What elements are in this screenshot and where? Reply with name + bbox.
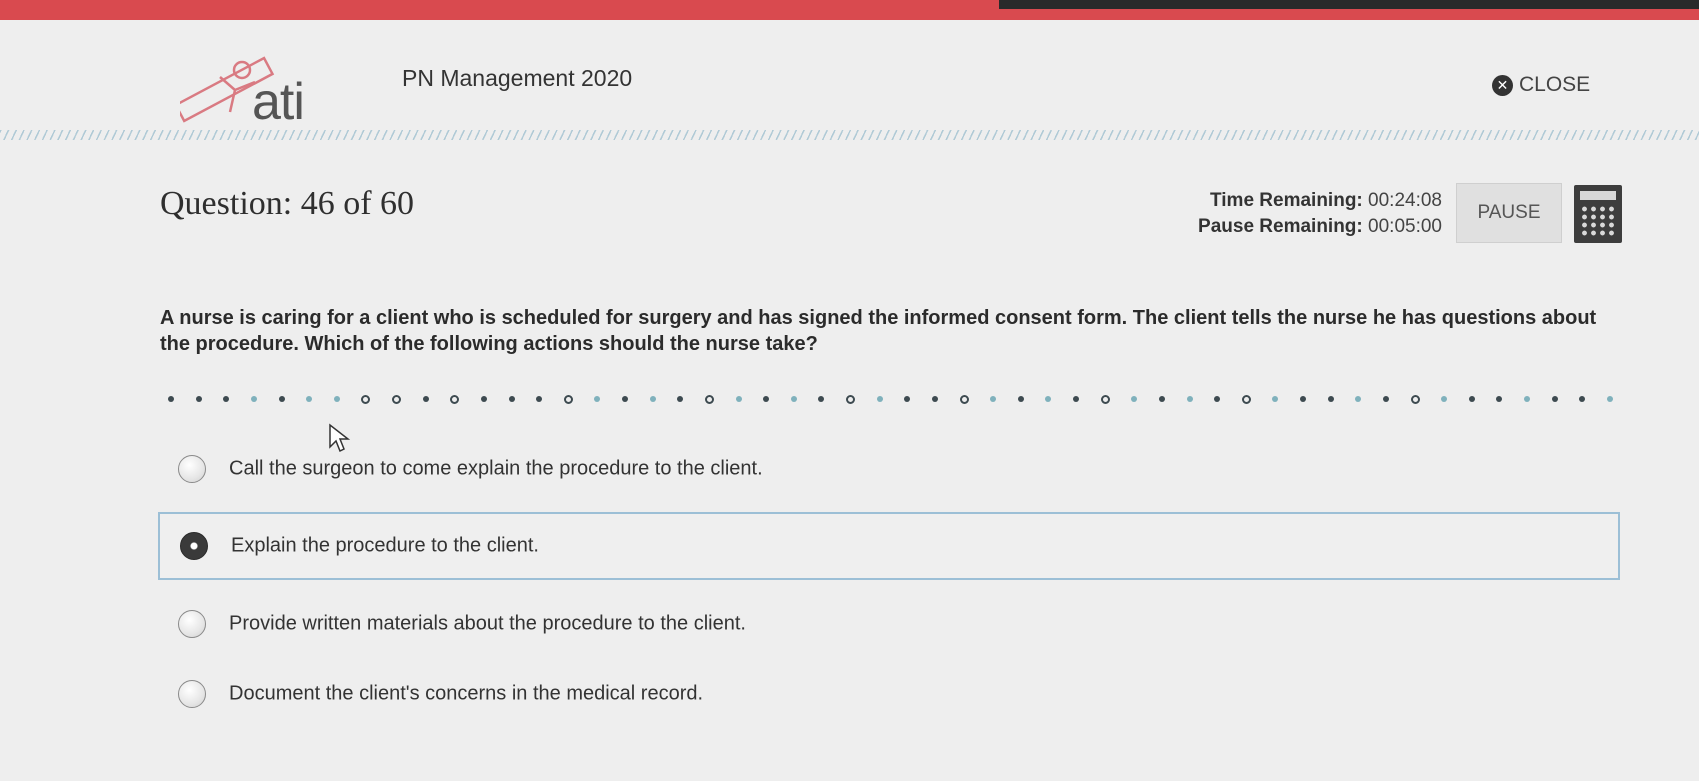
header: ati PN Management 2020 ✕ CLOSE — [0, 20, 1699, 142]
radio-button[interactable] — [178, 455, 206, 483]
answer-option-1[interactable]: Call the surgeon to come explain the pro… — [158, 435, 1620, 503]
divider-dot — [735, 396, 742, 402]
pause-remaining-label: Pause Remaining: — [1198, 216, 1363, 237]
divider-dot — [1382, 396, 1389, 402]
divider-dot — [790, 396, 797, 402]
pause-remaining: Pause Remaining: 00:05:00 — [1180, 214, 1442, 240]
divider-dot — [1327, 396, 1334, 402]
timers: Time Remaining: 00:24:08 Pause Remaining… — [1180, 188, 1442, 240]
radio-button-selected[interactable] — [180, 532, 208, 560]
divider-dot — [392, 394, 401, 404]
answer-option-3[interactable]: Provide written materials about the proc… — [158, 590, 1620, 658]
divider-dot — [904, 396, 911, 402]
divider-dot — [1158, 396, 1165, 402]
radio-button[interactable] — [178, 610, 206, 638]
answer-option-text: Provide written materials about the proc… — [229, 612, 746, 635]
divider-dot — [306, 396, 313, 402]
mouse-cursor-icon — [329, 423, 350, 453]
divider-dot — [1241, 394, 1251, 404]
divider-dot — [990, 396, 997, 402]
answer-option-2[interactable]: Explain the procedure to the client. — [158, 512, 1620, 580]
time-remaining-label: Time Remaining: — [1210, 190, 1363, 211]
divider-dot — [278, 396, 285, 402]
top-dark-strip — [999, 0, 1699, 9]
divider-dot — [563, 394, 573, 404]
question-counter: Question: 46 of 60 — [160, 185, 415, 222]
divider-dot — [450, 394, 460, 404]
divider-dot — [1579, 396, 1586, 402]
divider-dot — [1355, 396, 1362, 402]
close-label: CLOSE — [1519, 73, 1591, 96]
divider-dot — [422, 396, 429, 402]
divider-dot — [1073, 396, 1079, 402]
divider-dot — [1100, 394, 1110, 404]
answer-option-4[interactable]: Document the client's concerns in the me… — [158, 660, 1620, 728]
divider-dot — [594, 396, 601, 402]
divider-dot — [1410, 394, 1420, 404]
divider-dot — [1551, 396, 1558, 402]
divider-dot — [250, 396, 257, 402]
divider-dot — [622, 396, 628, 402]
logo-text: ati — [252, 73, 305, 131]
divider-dot — [876, 396, 883, 402]
pause-button[interactable]: PAUSE — [1456, 183, 1562, 243]
divider-dot — [931, 396, 938, 402]
divider-dot — [959, 394, 969, 404]
divider-dot — [480, 396, 487, 402]
calculator-keys — [1580, 205, 1616, 237]
divider-dot — [1606, 396, 1613, 402]
time-remaining: Time Remaining: 00:24:08 — [1180, 188, 1442, 214]
close-button[interactable]: ✕ CLOSE — [1492, 73, 1590, 97]
divider-dot — [223, 396, 230, 402]
divider-dot — [168, 396, 174, 402]
divider-dot — [649, 396, 656, 402]
question-stem: A nurse is caring for a client who is sc… — [160, 307, 1597, 355]
radio-button[interactable] — [178, 680, 206, 708]
time-remaining-value: 00:24:08 — [1368, 190, 1442, 211]
divider-dot — [1045, 396, 1052, 402]
divider-dot — [1441, 396, 1448, 402]
divider-dot — [1214, 396, 1221, 402]
divider-dot — [333, 396, 340, 402]
divider-dot — [1524, 396, 1530, 402]
divider-dot — [1186, 396, 1193, 402]
divider-dot — [508, 396, 515, 402]
answer-option-text: Call the surgeon to come explain the pro… — [229, 457, 763, 480]
answer-option-text: Explain the procedure to the client. — [231, 534, 539, 557]
calculator-icon[interactable] — [1574, 185, 1622, 243]
divider-dot — [1496, 396, 1503, 402]
divider-dot — [846, 394, 855, 404]
calculator-screen — [1580, 191, 1616, 200]
divider-dot — [1300, 396, 1306, 402]
divider-dot — [818, 396, 825, 402]
divider-dot — [763, 396, 770, 402]
divider-dot — [1272, 396, 1279, 402]
divider-dot — [704, 394, 714, 404]
dotted-divider — [168, 393, 1613, 405]
divider-dot — [677, 396, 684, 402]
exam-title: PN Management 2020 — [402, 65, 633, 91]
header-divider — [0, 130, 1699, 140]
divider-dot — [1468, 396, 1475, 402]
answer-option-text: Document the client's concerns in the me… — [229, 682, 704, 705]
divider-dot — [1131, 396, 1138, 402]
pause-remaining-value: 00:05:00 — [1368, 216, 1442, 237]
divider-dot — [361, 394, 371, 404]
close-icon: ✕ — [1492, 74, 1513, 96]
divider-dot — [195, 396, 202, 402]
divider-dot — [536, 396, 543, 402]
divider-dot — [1017, 396, 1024, 402]
